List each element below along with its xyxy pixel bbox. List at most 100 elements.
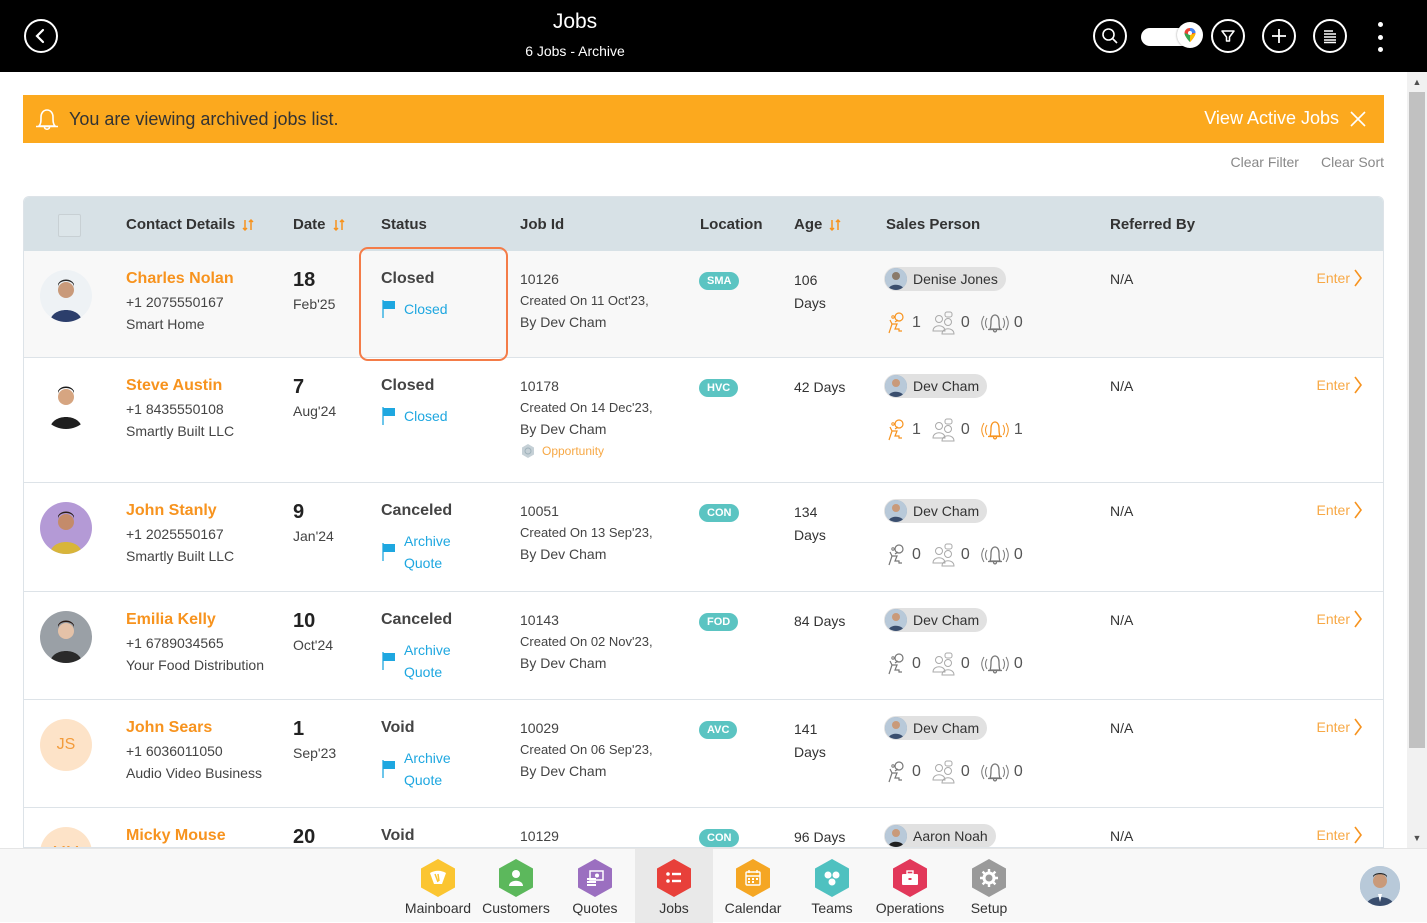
nav-item-quotes[interactable]: Quotes xyxy=(556,849,634,923)
status-flag-label[interactable]: Archive xyxy=(404,747,451,769)
status-flag-label[interactable]: Closed xyxy=(404,405,448,427)
enter-button[interactable]: Enter xyxy=(1317,826,1363,844)
status-flag[interactable]: Archive Quote xyxy=(381,747,451,791)
status-flag[interactable]: Closed xyxy=(381,405,448,427)
close-icon[interactable] xyxy=(1348,109,1368,129)
site-visit-count: 0 xyxy=(912,763,921,780)
user-avatar[interactable] xyxy=(1360,866,1400,906)
alarm-bell-icon xyxy=(981,421,1009,440)
sales-person-chip[interactable]: Dev Cham xyxy=(884,716,988,740)
site-visit-icon xyxy=(888,653,904,675)
contact-name[interactable]: Steve Austin xyxy=(126,377,234,395)
map-view-toggle[interactable] xyxy=(1141,22,1203,48)
sales-person-cell: Dev Cham 0 0 0 xyxy=(884,499,1033,567)
list-view-button[interactable] xyxy=(1313,19,1347,53)
more-options-button[interactable] xyxy=(1372,22,1388,52)
list-icon xyxy=(1324,30,1336,44)
job-status: Canceled Archive Quote xyxy=(381,502,452,574)
sort-icon[interactable] xyxy=(332,218,346,232)
nav-item-customers[interactable]: Customers xyxy=(477,849,555,923)
enter-button[interactable]: Enter xyxy=(1317,718,1363,736)
contact-name[interactable]: John Stanly xyxy=(126,502,234,520)
job-id: 10129 xyxy=(520,828,559,844)
scroll-up-arrow[interactable]: ▲ xyxy=(1407,74,1427,90)
nav-item-mainboard[interactable]: Mainboard xyxy=(399,849,477,923)
job-created-on: Created On 02 Nov'23, xyxy=(520,634,653,649)
contact-avatar xyxy=(40,270,92,322)
filter-button[interactable] xyxy=(1211,19,1245,53)
nav-item-calendar[interactable]: Calendar xyxy=(714,849,792,923)
sales-person-chip[interactable]: Dev Cham xyxy=(884,499,988,523)
nav-item-jobs[interactable]: Jobs xyxy=(635,849,713,923)
job-created-by: By Dev Cham xyxy=(520,546,607,562)
clear-filter-link[interactable]: Clear Filter xyxy=(1231,154,1299,170)
status-flag-label[interactable]: Archive xyxy=(404,530,451,552)
contact-company: Your Food Distribution xyxy=(126,657,265,673)
contact-avatar xyxy=(40,611,92,663)
sales-person-chip[interactable]: Dev Cham xyxy=(884,608,988,632)
table-row[interactable]: Charles Nolan +1 2075550167 Smart Home 1… xyxy=(24,251,1383,358)
job-id-cell: 10143 Created On 02 Nov'23, By Dev Cham xyxy=(520,612,653,671)
nav-item-operations[interactable]: Operations xyxy=(871,849,949,923)
status-flag[interactable]: Archive Quote xyxy=(381,639,452,683)
enter-button[interactable]: Enter xyxy=(1317,610,1363,628)
sort-icon[interactable] xyxy=(241,218,255,232)
add-button[interactable] xyxy=(1262,19,1296,53)
sales-person-chip[interactable]: Denise Jones xyxy=(884,267,1006,291)
status-label: Closed xyxy=(381,270,435,287)
table-row[interactable]: JS John Sears +1 6036011050 Audio Video … xyxy=(24,700,1383,808)
contact-details: Steve Austin +1 8435550108 Smartly Built… xyxy=(126,377,234,439)
scroll-thumb[interactable] xyxy=(1409,92,1425,748)
status-label: Void xyxy=(381,719,415,736)
select-all-checkbox[interactable] xyxy=(58,214,81,237)
contact-name[interactable]: Charles Nolan xyxy=(126,270,234,288)
contact-company: Audio Video Business xyxy=(126,765,262,781)
job-created-on: Created On 06 Sep'23, xyxy=(520,742,653,757)
status-flag-label[interactable]: Closed xyxy=(404,298,448,320)
job-age: 106 Days xyxy=(794,272,826,311)
job-id: 10126 xyxy=(520,271,559,287)
job-created-on: Created On 13 Sep'23, xyxy=(520,525,653,540)
alert-count: 0 xyxy=(1013,763,1023,780)
contact-name[interactable]: Micky Mouse xyxy=(126,827,226,845)
status-flag[interactable]: Closed xyxy=(381,298,448,320)
status-flag-label[interactable]: Archive xyxy=(404,639,451,661)
scrollbar[interactable]: ▲ ▼ xyxy=(1407,72,1427,848)
table-row[interactable]: Steve Austin +1 8435550108 Smartly Built… xyxy=(24,358,1383,483)
view-active-jobs-link[interactable]: View Active Jobs xyxy=(1204,108,1339,129)
date-month: Feb'25 xyxy=(293,296,336,312)
clear-sort-link[interactable]: Clear Sort xyxy=(1321,154,1384,170)
sales-person-chip[interactable]: Aaron Noah xyxy=(884,824,996,847)
column-date[interactable]: Date xyxy=(293,216,346,233)
sales-person-name: Dev Cham xyxy=(913,378,980,394)
opportunity-tag[interactable]: Opportunity xyxy=(520,443,653,459)
chevron-right-icon xyxy=(1354,718,1362,736)
sales-person-chip[interactable]: Dev Cham xyxy=(884,374,988,398)
column-age[interactable]: Age xyxy=(794,216,842,233)
table-row[interactable]: MM Micky Mouse 20 Void 10129 CON 96 Days xyxy=(24,808,1383,847)
sort-icon[interactable] xyxy=(828,218,842,232)
status-flag[interactable]: Archive Quote xyxy=(381,530,452,574)
chevron-right-icon xyxy=(1354,501,1362,519)
status-flag-sublabel[interactable]: Quote xyxy=(404,661,451,683)
enter-button[interactable]: Enter xyxy=(1317,501,1363,519)
customers-icon xyxy=(499,859,533,897)
contact-name[interactable]: Emilia Kelly xyxy=(126,611,264,629)
referred-by: N/A xyxy=(1110,828,1134,844)
contact-name[interactable]: John Sears xyxy=(126,719,262,737)
column-contact-details[interactable]: Contact Details xyxy=(126,216,255,233)
enter-button[interactable]: Enter xyxy=(1317,269,1363,287)
status-flag-sublabel[interactable]: Quote xyxy=(404,552,451,574)
sales-person-name: Aaron Noah xyxy=(913,828,988,844)
flag-icon xyxy=(382,407,395,425)
status-flag-sublabel[interactable]: Quote xyxy=(404,769,451,791)
job-created-on: Created On 11 Oct'23, xyxy=(520,293,649,308)
meeting-icon xyxy=(932,760,955,784)
nav-item-setup[interactable]: Setup xyxy=(950,849,1028,923)
search-button[interactable] xyxy=(1093,19,1127,53)
nav-item-teams[interactable]: Teams xyxy=(793,849,871,923)
table-row[interactable]: John Stanly +1 2025550167 Smartly Built … xyxy=(24,483,1383,592)
scroll-down-arrow[interactable]: ▼ xyxy=(1407,830,1427,846)
table-row[interactable]: Emilia Kelly +1 6789034565 Your Food Dis… xyxy=(24,592,1383,700)
enter-button[interactable]: Enter xyxy=(1317,376,1363,394)
